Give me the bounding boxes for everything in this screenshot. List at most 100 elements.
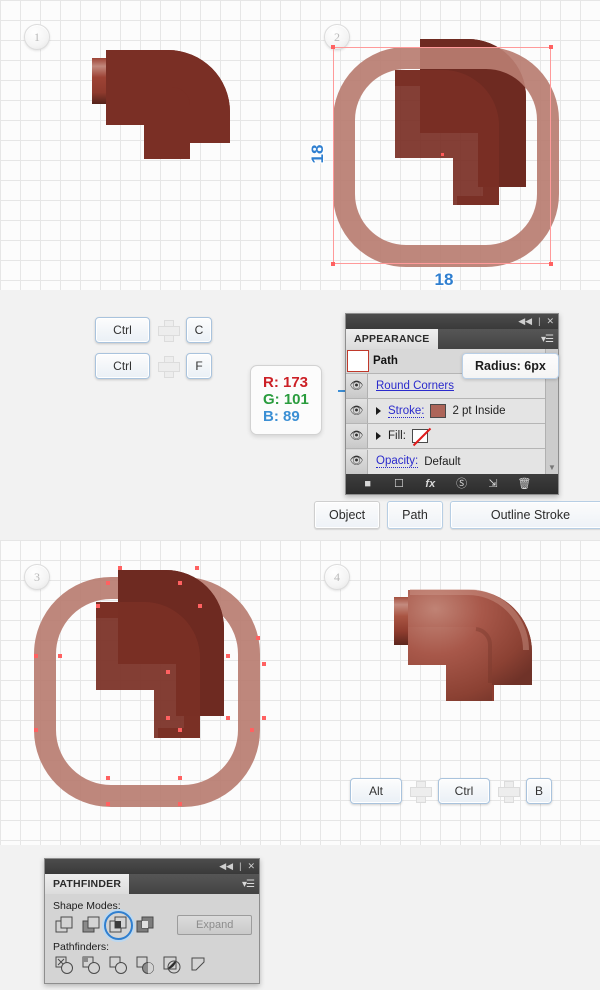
pathfinders-label: Pathfinders:: [53, 941, 110, 953]
appearance-row-label[interactable]: Stroke:: [388, 405, 425, 418]
tab-pathfinder[interactable]: PATHFINDER: [45, 874, 130, 894]
appearance-panel[interactable]: ◀◀ | ✕ APPEARANCE ▾☰ Path 👁 Round Corner…: [345, 313, 559, 495]
selection-handle[interactable]: [331, 262, 335, 266]
anchor-point[interactable]: [198, 604, 202, 608]
key-b[interactable]: B: [526, 778, 552, 804]
add-new-fill-icon[interactable]: ☐: [383, 474, 414, 494]
stroke-weight-value[interactable]: 2 pt Inside: [452, 405, 505, 417]
key-f[interactable]: F: [186, 353, 212, 379]
pathfinder-outline-icon[interactable]: [163, 956, 182, 975]
key-alt[interactable]: Alt: [350, 778, 402, 804]
scroll-down-arrow-icon[interactable]: ▼: [548, 463, 556, 472]
fill-color-swatch[interactable]: [411, 429, 428, 443]
outline-stroke-menu-button[interactable]: Outline Stroke: [449, 501, 600, 529]
pathfinder-panel-body: Shape Modes: Expand Pathfinders:: [45, 894, 259, 983]
collapse-icon[interactable]: ◀◀: [518, 317, 532, 326]
selected-indicator: [104, 910, 133, 940]
selection-handle[interactable]: [549, 262, 553, 266]
anchor-point[interactable]: [58, 654, 62, 658]
anchor-point[interactable]: [262, 716, 266, 720]
stroke-color-swatch[interactable]: [430, 404, 447, 418]
pipe-elbow-step3-front: [96, 602, 236, 747]
close-icon[interactable]: ✕: [247, 862, 255, 871]
anchor-point[interactable]: [106, 776, 110, 780]
pathfinder-minus-back-icon[interactable]: [190, 956, 209, 975]
path-menu-button[interactable]: Path: [387, 501, 443, 529]
duplicate-item-icon[interactable]: ⇲: [477, 474, 508, 494]
pathfinder-crop-icon[interactable]: [136, 956, 155, 975]
appearance-row-label[interactable]: Round Corners: [376, 380, 454, 392]
anchor-point[interactable]: [166, 716, 170, 720]
anchor-point[interactable]: [226, 654, 230, 658]
instruction-section-middle: Ctrl C Ctrl F R: 173 G: 101 B: 89 ◀◀ | ✕…: [0, 290, 600, 540]
anchor-point[interactable]: [96, 604, 100, 608]
selection-handle[interactable]: [331, 45, 335, 49]
anchor-point[interactable]: [178, 728, 182, 732]
anchor-point[interactable]: [118, 566, 122, 570]
appearance-row-fill[interactable]: 👁 Fill:: [346, 424, 545, 449]
step-badge-1: 1: [24, 24, 50, 50]
key-ctrl[interactable]: Ctrl: [438, 778, 490, 804]
add-effect-icon[interactable]: fx: [415, 474, 446, 494]
close-icon[interactable]: ✕: [546, 317, 554, 326]
expand-triangle-icon[interactable]: [376, 432, 381, 440]
panel-menu-icon[interactable]: ▾☰: [237, 874, 259, 894]
visibility-eye-icon[interactable]: 👁: [346, 399, 368, 423]
anchor-point[interactable]: [262, 662, 266, 666]
pathfinder-merge-icon[interactable]: [109, 956, 128, 975]
shape-mode-exclude-icon[interactable]: [136, 916, 155, 935]
key-ctrl[interactable]: Ctrl: [95, 317, 150, 343]
rgb-color-callout: R: 173 G: 101 B: 89: [250, 365, 322, 435]
collapse-icon[interactable]: ◀◀: [219, 862, 233, 871]
anchor-point[interactable]: [34, 728, 38, 732]
anchor-point[interactable]: [166, 670, 170, 674]
shape-mode-unite-icon[interactable]: [55, 916, 74, 935]
shape-mode-minus-front-icon[interactable]: [82, 916, 101, 935]
shape-modes-row: Expand: [53, 910, 253, 940]
key-ctrl[interactable]: Ctrl: [95, 353, 150, 379]
appearance-row-label: Fill:: [388, 430, 406, 442]
panel-tab-strip: APPEARANCE ▾☰: [346, 329, 558, 349]
visibility-eye-icon[interactable]: 👁: [346, 424, 368, 448]
plus-icon: [157, 355, 180, 378]
tab-appearance[interactable]: APPEARANCE: [346, 329, 438, 349]
pathfinder-panel[interactable]: ◀◀ | ✕ PATHFINDER ▾☰ Shape Modes: Expand…: [44, 858, 260, 984]
anchor-point[interactable]: [256, 636, 260, 640]
anchor-point[interactable]: [195, 566, 199, 570]
expand-button[interactable]: Expand: [177, 915, 253, 935]
appearance-row-stroke[interactable]: 👁 Stroke: 2 pt Inside: [346, 399, 545, 424]
pipe-elbow-step4-final: [394, 573, 569, 748]
panel-titlebar: ◀◀ | ✕: [346, 314, 558, 329]
anchor-point[interactable]: [106, 581, 110, 585]
appearance-row-label: Path: [373, 355, 398, 367]
add-new-stroke-icon[interactable]: ■: [352, 474, 383, 494]
delete-item-icon[interactable]: 🗑: [509, 474, 540, 494]
selection-handle[interactable]: [549, 45, 553, 49]
pathfinder-trim-icon[interactable]: [82, 956, 101, 975]
panel-menu-icon[interactable]: ▾☰: [536, 329, 558, 349]
shape-mode-intersect-icon[interactable]: [104, 910, 133, 940]
key-c[interactable]: C: [186, 317, 212, 343]
panel-tab-strip: PATHFINDER ▾☰: [45, 874, 259, 894]
appearance-row-opacity[interactable]: 👁 Opacity: Default: [346, 449, 545, 474]
canvas-section-top: 1 2 18 18: [0, 0, 600, 290]
object-menu-button[interactable]: Object: [314, 501, 381, 529]
titlebar-divider: |: [538, 316, 541, 326]
anchor-point[interactable]: [106, 802, 110, 806]
anchor-point[interactable]: [178, 802, 182, 806]
rgb-green-value: G: 101: [263, 391, 309, 408]
dimension-label-width: 18: [434, 270, 454, 289]
anchor-point[interactable]: [178, 776, 182, 780]
visibility-eye-icon[interactable]: 👁: [346, 374, 368, 398]
anchor-point[interactable]: [178, 581, 182, 585]
expand-triangle-icon[interactable]: [376, 407, 381, 415]
anchor-point[interactable]: [250, 728, 254, 732]
menu-path-breadcrumb: Object Path Outline Stroke: [314, 501, 600, 529]
anchor-point[interactable]: [226, 716, 230, 720]
clear-appearance-icon[interactable]: Ⓢ: [446, 474, 477, 494]
pathfinder-divide-icon[interactable]: [55, 956, 74, 975]
appearance-row-label[interactable]: Opacity:: [376, 455, 419, 468]
anchor-point[interactable]: [34, 654, 38, 658]
visibility-eye-icon[interactable]: 👁: [346, 449, 368, 474]
opacity-value[interactable]: Default: [424, 456, 460, 468]
